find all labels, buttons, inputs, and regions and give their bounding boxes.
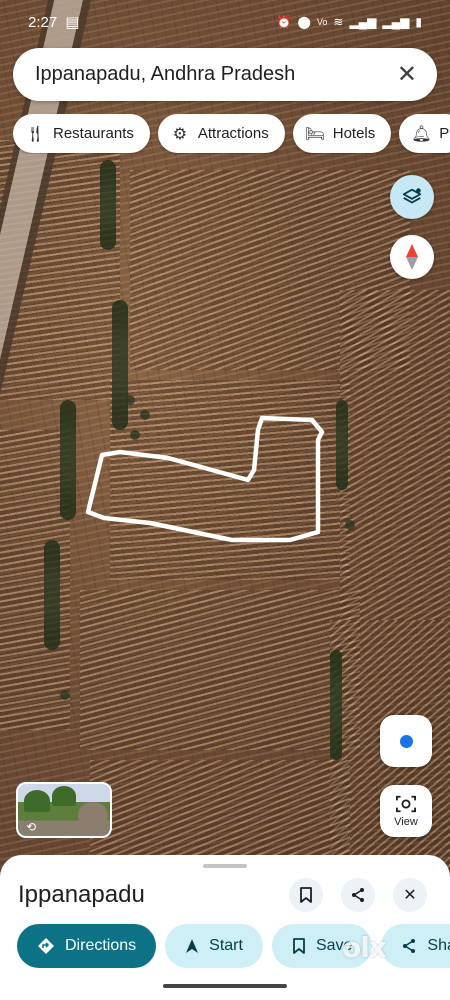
directions-button[interactable]: Directions — [17, 924, 157, 968]
gesture-nav-bar[interactable] — [163, 984, 287, 988]
save-place-button[interactable] — [289, 878, 323, 912]
battery-icon: ▮ — [415, 15, 422, 29]
chip-label: P — [439, 125, 450, 142]
navigation-arrow-icon — [186, 939, 199, 953]
bookmark-icon — [300, 887, 312, 903]
chip-attractions[interactable]: ⚙ Attractions — [157, 114, 285, 153]
volte-icon: Vo — [316, 17, 328, 27]
drag-handle[interactable] — [203, 864, 247, 868]
camera-scan-icon — [396, 795, 416, 813]
thumbnail-rock — [78, 802, 108, 828]
chip-more[interactable]: 🔔︎ P — [399, 114, 450, 153]
close-icon[interactable]: ✕ — [397, 60, 417, 89]
bookmark-icon — [293, 938, 305, 954]
view-button[interactable]: View — [380, 785, 432, 837]
location-icon: ⬤ — [297, 15, 311, 29]
alarm-icon: ⏰ — [276, 15, 292, 29]
thumbnail-tree — [24, 790, 50, 812]
chip-label: Hotels — [332, 125, 376, 142]
chip-label: Attractions — [197, 125, 269, 142]
thumbnail-tree — [52, 786, 76, 806]
place-title: Ippanapadu — [18, 881, 145, 908]
close-icon: ✕ — [403, 887, 417, 904]
attraction-icon: ⚙ — [172, 125, 188, 143]
share-icon — [352, 888, 364, 902]
bell-icon: 🔔︎ — [411, 125, 432, 143]
compass-icon — [406, 244, 418, 270]
wifi-icon: ≋ — [333, 15, 344, 29]
chip-hotels[interactable]: 🛏︎ Hotels — [292, 114, 392, 153]
layers-button[interactable] — [390, 175, 434, 219]
share-icon — [403, 939, 416, 953]
signal-icon: ▂▄▆ — [382, 15, 410, 29]
share-place-button[interactable] — [341, 878, 375, 912]
start-label: Start — [209, 937, 243, 954]
directions-icon — [38, 938, 54, 954]
my-location-button[interactable] — [380, 715, 432, 767]
olx-watermark: olx — [342, 930, 387, 964]
street-view-thumbnail[interactable]: ⟲ — [16, 782, 112, 838]
notification-icon: ▤ — [65, 14, 80, 31]
status-time: 2:27 — [28, 13, 58, 31]
my-location-icon — [399, 734, 413, 748]
status-bar: 2:27 ▤ ⏰ ⬤ Vo ≋ ▂▄▆ ▂▄▆ ▮ — [0, 0, 450, 44]
layers-icon — [402, 188, 422, 204]
category-chips: 🍴︎ Restaurants ⚙ Attractions 🛏︎ Hotels 🔔… — [13, 114, 450, 154]
close-sheet-button[interactable]: ✕ — [393, 878, 427, 912]
street-view-icon: ⟲ — [26, 820, 37, 834]
search-input[interactable]: Ippanapadu, Andhra Pradesh — [35, 63, 397, 86]
chip-label: Restaurants — [53, 125, 134, 142]
fork-knife-icon: 🍴︎ — [25, 125, 46, 143]
start-button[interactable]: Start — [165, 924, 263, 968]
directions-label: Directions — [65, 937, 137, 954]
search-bar[interactable]: Ippanapadu, Andhra Pradesh ✕ — [13, 48, 437, 101]
view-label: View — [394, 816, 418, 828]
share-label: Share — [427, 937, 450, 954]
bed-icon: 🛏︎ — [304, 125, 326, 143]
compass-button[interactable] — [390, 235, 434, 279]
signal-icon: ▂▄▆ — [349, 15, 377, 29]
chip-restaurants[interactable]: 🍴︎ Restaurants — [13, 114, 150, 153]
